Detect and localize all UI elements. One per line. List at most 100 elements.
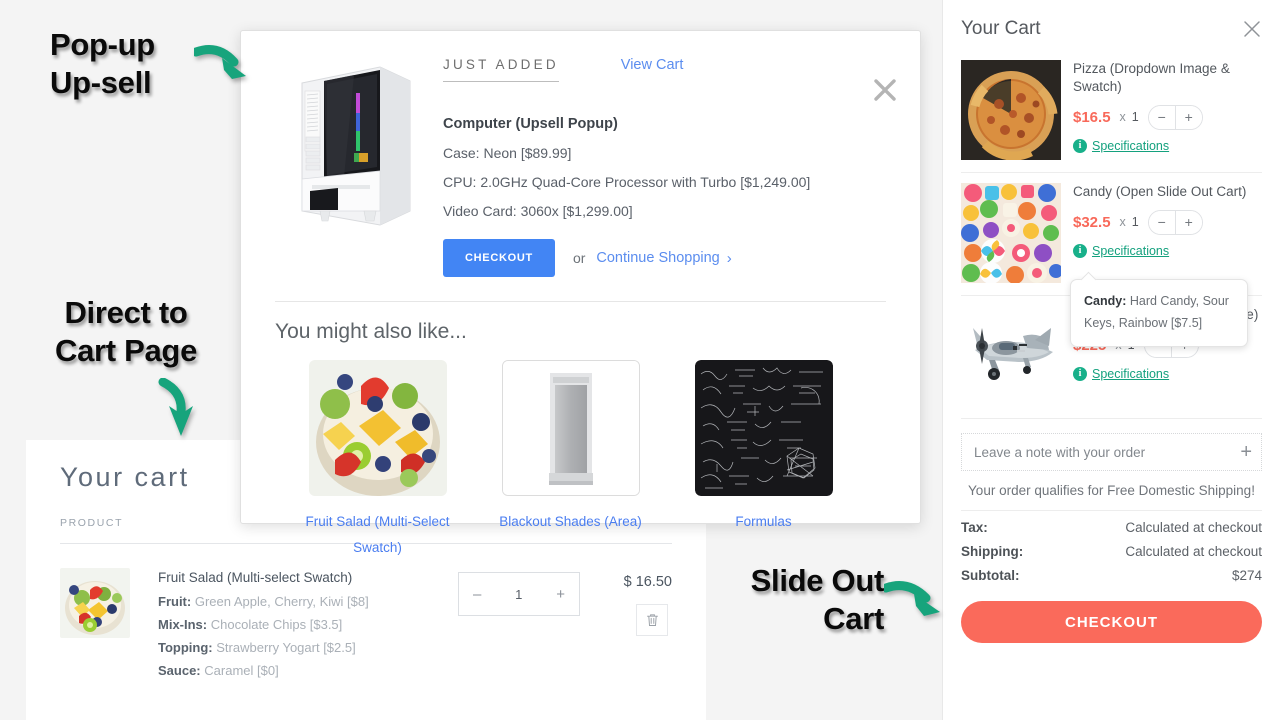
slideout-close-button[interactable] xyxy=(1242,19,1262,39)
chevron-right-icon[interactable]: › xyxy=(727,250,732,267)
rc-plane-image xyxy=(961,306,1061,406)
just-added-label: JUST ADDED xyxy=(443,57,559,82)
cart-item-name: Pizza (Dropdown Image & Swatch) xyxy=(1073,61,1230,94)
total-value: Calculated at checkout xyxy=(1125,544,1262,559)
recommendation-item[interactable]: Blackout Shades (Area) xyxy=(474,360,667,560)
cart-page-option-mixins: Mix-Ins: Chocolate Chips [$3.5] xyxy=(158,617,458,632)
decrement-button[interactable]: − xyxy=(1148,105,1175,129)
total-label: Shipping: xyxy=(961,544,1024,559)
cart-item-quantity: 1 xyxy=(1131,110,1139,125)
cart-item-quantity: 1 xyxy=(1131,215,1139,230)
remove-item-button[interactable] xyxy=(636,604,668,636)
specifications-tooltip: Candy: Hard Candy, Sour Keys, Rainbow [$… xyxy=(1070,279,1248,347)
quantity-stepper[interactable]: − + xyxy=(1147,104,1203,130)
popup-product-title: Computer (Upsell Popup) xyxy=(443,116,618,132)
slideout-cart-panel: Your Cart Pizza (Dropdown Image & Swatch… xyxy=(942,0,1280,720)
cart-item-price: $32.5 xyxy=(1073,213,1111,231)
recommendations-heading: You might also like... xyxy=(275,320,467,343)
annotation-direct-to-cart: Direct to Cart Page xyxy=(54,295,198,368)
cart-item-price-row: $16.5 x 1 − + xyxy=(1073,104,1262,130)
popup-spec-cpu: CPU: 2.0GHz Quad-Core Processor with Tur… xyxy=(443,174,811,190)
close-icon xyxy=(874,79,896,101)
decrement-button[interactable]: − xyxy=(1148,210,1175,234)
total-value: $274 xyxy=(1231,568,1262,583)
multiplier-symbol: x xyxy=(1119,110,1126,125)
cart-item-specs-row[interactable]: i Specifications xyxy=(1073,243,1262,258)
annotation-arrow-popup xyxy=(191,40,254,91)
close-icon xyxy=(1244,21,1260,37)
popup-header: JUST ADDED View Cart xyxy=(443,57,886,93)
cart-item-price-row: $32.5 x 1 − + xyxy=(1073,209,1262,235)
cart-item: Pizza (Dropdown Image & Swatch) $16.5 x … xyxy=(961,50,1262,173)
option-value: Green Apple, Cherry, Kiwi [$8] xyxy=(194,594,369,609)
cart-item-specs-row[interactable]: i Specifications xyxy=(1073,138,1262,153)
cart-page-option-topping: Topping: Strawberry Yogart [$2.5] xyxy=(158,640,458,655)
info-icon: i xyxy=(1073,138,1087,153)
cart-item-specs-row[interactable]: i Specifications xyxy=(1073,366,1262,381)
specifications-link[interactable]: Specifications xyxy=(1092,244,1169,258)
cart-page-row: Fruit Salad (Multi-select Swatch) Fruit:… xyxy=(60,544,672,686)
cart-item-name: Candy (Open Slide Out Cart) xyxy=(1073,184,1247,199)
cart-item-body: Pizza (Dropdown Image & Swatch) $16.5 x … xyxy=(1061,60,1262,160)
plus-icon[interactable]: + xyxy=(1240,442,1252,462)
total-row-subtotal: Subtotal: $274 xyxy=(961,559,1262,583)
cart-page-quantity-stepper[interactable]: – 1 + xyxy=(458,572,580,616)
increment-button[interactable]: + xyxy=(556,586,565,603)
quantity-value[interactable]: 1 xyxy=(515,587,522,602)
order-note-placeholder: Leave a note with your order xyxy=(974,444,1146,460)
total-label: Subtotal: xyxy=(961,568,1020,583)
recommendation-label[interactable]: Fruit Salad (Multi-Select Swatch) xyxy=(281,509,474,560)
option-label: Fruit: xyxy=(158,594,192,609)
annotation-arrow-cart xyxy=(155,377,205,445)
cart-page-item-name: Fruit Salad (Multi-select Swatch) xyxy=(158,570,353,585)
increment-button[interactable]: + xyxy=(1175,105,1202,129)
app-root: Your cart PRODUCT Fruit Salad (Multi-sel… xyxy=(0,0,1280,720)
tooltip-label: Candy: xyxy=(1084,294,1127,308)
popup-spec-case: Case: Neon [$89.99] xyxy=(443,145,572,161)
cart-page-option-fruit: Fruit: Green Apple, Cherry, Kiwi [$8] xyxy=(158,594,458,609)
popup-checkout-button[interactable]: CHECKOUT xyxy=(443,239,555,277)
slideout-title: Your Cart xyxy=(961,18,1041,39)
cart-page-line-price: $ 16.50 xyxy=(623,574,672,590)
blackout-shades-image xyxy=(501,360,640,496)
multiplier-symbol: x xyxy=(1119,215,1126,230)
cart-item: Candy (Open Slide Out Cart) $32.5 x 1 − … xyxy=(961,173,1262,296)
popup-close-button[interactable] xyxy=(872,77,898,103)
info-icon: i xyxy=(1073,243,1087,258)
order-note-field[interactable]: Leave a note with your order + xyxy=(961,433,1262,471)
specifications-link[interactable]: Specifications xyxy=(1092,367,1169,381)
formulas-image xyxy=(694,360,833,496)
total-value: Calculated at checkout xyxy=(1125,520,1262,535)
cart-page-row-right: $ 16.50 xyxy=(580,568,672,636)
total-row-shipping: Shipping: Calculated at checkout xyxy=(961,535,1262,559)
option-label: Mix-Ins: xyxy=(158,617,208,632)
total-label: Tax: xyxy=(961,520,988,535)
popup-spec-videocard: Video Card: 3060x [$1,299.00] xyxy=(443,203,633,219)
decrement-button[interactable]: – xyxy=(473,586,481,603)
increment-button[interactable]: + xyxy=(1175,210,1202,234)
quantity-stepper[interactable]: − + xyxy=(1147,209,1203,235)
slideout-checkout-button[interactable]: CHECKOUT xyxy=(961,601,1262,643)
pizza-image xyxy=(961,60,1061,160)
option-value: Chocolate Chips [$3.5] xyxy=(210,617,343,632)
fruit-salad-thumbnail xyxy=(60,568,130,638)
annotation-popup-upsell: Pop-up Up-sell xyxy=(50,27,155,100)
specifications-link[interactable]: Specifications xyxy=(1092,139,1169,153)
popup-top-section: JUST ADDED View Cart Computer (Upsell Po… xyxy=(241,31,920,277)
continue-shopping-link[interactable]: Continue Shopping xyxy=(596,250,719,266)
fruit-salad-image xyxy=(308,360,447,496)
option-label: Topping: xyxy=(158,640,213,655)
recommendation-label[interactable]: Blackout Shades (Area) xyxy=(474,509,667,535)
popup-action-row: CHECKOUT or Continue Shopping › xyxy=(443,239,886,277)
info-icon: i xyxy=(1073,366,1087,381)
recommendation-item[interactable]: Formulas xyxy=(667,360,860,560)
computer-tower-image xyxy=(275,57,425,232)
cart-page-option-sauce: Sauce: Caramel [$0] xyxy=(158,663,458,678)
popup-details: JUST ADDED View Cart Computer (Upsell Po… xyxy=(425,57,886,277)
option-value: Caramel [$0] xyxy=(204,663,279,678)
annotation-arrow-slideout xyxy=(881,578,946,629)
view-cart-link[interactable]: View Cart xyxy=(621,57,684,73)
cart-item-body: Candy (Open Slide Out Cart) $32.5 x 1 − … xyxy=(1061,183,1262,283)
recommendation-label[interactable]: Formulas xyxy=(667,509,860,535)
recommendation-item[interactable]: Fruit Salad (Multi-Select Swatch) xyxy=(281,360,474,560)
